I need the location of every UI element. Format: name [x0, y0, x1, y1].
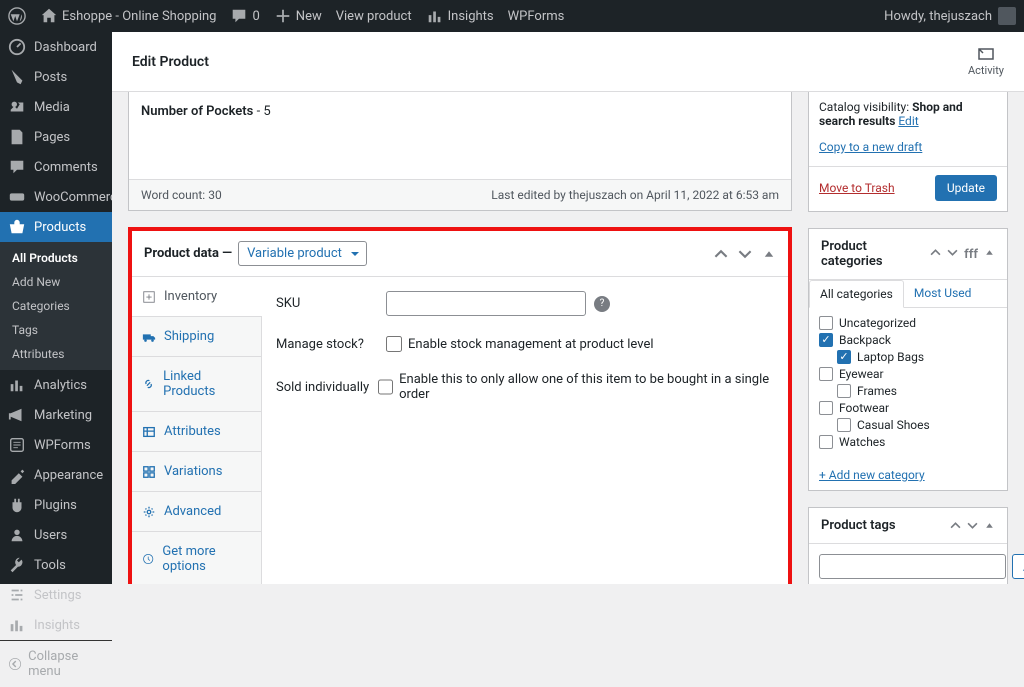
- move-trash-link[interactable]: Move to Trash: [819, 181, 895, 195]
- submenu-all-products[interactable]: All Products: [0, 246, 112, 270]
- view-product-link[interactable]: View product: [336, 9, 412, 24]
- category-item[interactable]: Watches: [819, 435, 997, 449]
- howdy-text[interactable]: Howdy, thejuszach: [884, 9, 992, 24]
- insights-link[interactable]: Insights: [426, 7, 494, 25]
- sku-label: SKU: [276, 296, 386, 311]
- menu-dashboard[interactable]: Dashboard: [0, 32, 112, 62]
- tab-advanced[interactable]: Advanced: [132, 492, 261, 532]
- product-data-heading: Product data —: [144, 246, 232, 261]
- caret-up-icon[interactable]: [984, 520, 995, 531]
- category-checkbox[interactable]: [837, 350, 851, 364]
- tab-variations[interactable]: Variations: [132, 452, 261, 492]
- category-item[interactable]: Backpack: [819, 333, 997, 347]
- avatar[interactable]: [998, 7, 1016, 25]
- tab-inventory[interactable]: Inventory: [132, 277, 262, 317]
- help-icon[interactable]: ?: [594, 296, 610, 312]
- new-link[interactable]: New: [274, 7, 322, 25]
- update-button[interactable]: Update: [935, 175, 997, 201]
- admin-toolbar: Eshoppe - Online Shopping 0 New View pro…: [0, 0, 1024, 32]
- product-data-tabs: Inventory Shipping Linked Products Attri…: [132, 277, 262, 584]
- menu-settings[interactable]: Settings: [0, 580, 112, 610]
- menu-products[interactable]: Products: [0, 212, 112, 242]
- comments-link[interactable]: 0: [230, 7, 259, 25]
- caret-up-icon[interactable]: [762, 247, 776, 261]
- menu-tools[interactable]: Tools: [0, 550, 112, 580]
- tab-getmore[interactable]: Get more options: [132, 532, 261, 584]
- add-category-link[interactable]: + Add new category: [809, 460, 1007, 490]
- copy-draft-link[interactable]: Copy to a new draft: [819, 140, 997, 154]
- page-title: Edit Product: [132, 54, 209, 70]
- tags-add-button[interactable]: Add: [1012, 554, 1024, 579]
- soldind-checkbox[interactable]: [378, 379, 393, 395]
- products-submenu: All Products Add New Categories Tags Att…: [0, 242, 112, 370]
- product-type-select[interactable]: Variable product: [238, 241, 367, 266]
- title-bar: Edit Product Activity: [112, 32, 1024, 92]
- category-list: Uncategorized Backpack Laptop Bags Eyewear F…: [809, 308, 1007, 460]
- admin-sidemenu: Dashboard Posts Media Pages Comments Woo…: [0, 32, 112, 584]
- menu-marketing[interactable]: Marketing: [0, 400, 112, 430]
- sku-input[interactable]: [386, 291, 586, 316]
- submenu-tags[interactable]: Tags: [0, 318, 112, 342]
- category-item[interactable]: Frames: [819, 384, 997, 398]
- menu-woocommerce[interactable]: WooCommerce: [0, 182, 112, 212]
- chevron-up-icon[interactable]: [950, 520, 961, 531]
- product-data-panel: Product data — Variable product Inventor…: [128, 227, 792, 584]
- managestock-label: Manage stock?: [276, 337, 386, 352]
- chevron-down-icon[interactable]: [738, 247, 752, 261]
- category-checkbox[interactable]: [819, 367, 833, 381]
- category-item[interactable]: Footwear: [819, 401, 997, 415]
- chevron-down-icon[interactable]: [967, 520, 978, 531]
- chevron-up-icon[interactable]: [714, 247, 728, 261]
- category-item[interactable]: Uncategorized: [819, 316, 997, 330]
- category-checkbox[interactable]: [837, 418, 851, 432]
- tags-input[interactable]: [819, 554, 1006, 579]
- chevron-up-icon[interactable]: [930, 247, 941, 258]
- managestock-checkbox[interactable]: [386, 336, 402, 352]
- menu-wpforms[interactable]: WPForms: [0, 430, 112, 460]
- pockets-label: Number of Pockets: [141, 104, 253, 119]
- collapse-menu[interactable]: Collapse menu: [0, 640, 112, 687]
- site-name-link[interactable]: Eshoppe - Online Shopping: [40, 7, 216, 25]
- catvis-edit-link[interactable]: Edit: [898, 114, 918, 128]
- tags-panel: Product tags Add Separate tags with comm: [808, 507, 1008, 584]
- menu-analytics[interactable]: Analytics: [0, 370, 112, 400]
- activity-button[interactable]: Activity: [968, 46, 1004, 77]
- tab-attributes[interactable]: Attributes: [132, 412, 261, 452]
- category-item[interactable]: Casual Shoes: [819, 418, 997, 432]
- menu-posts[interactable]: Posts: [0, 62, 112, 92]
- category-checkbox[interactable]: [819, 435, 833, 449]
- cattab-mostused[interactable]: Most Used: [904, 280, 982, 307]
- cattab-all[interactable]: All categories: [809, 280, 904, 308]
- last-edited: Last edited by thejuszach on April 11, 2…: [491, 188, 779, 202]
- wpforms-link[interactable]: WPForms: [508, 9, 565, 24]
- menu-comments[interactable]: Comments: [0, 152, 112, 182]
- category-item[interactable]: Eyewear: [819, 367, 997, 381]
- tab-linked[interactable]: Linked Products: [132, 357, 261, 412]
- menu-media[interactable]: Media: [0, 92, 112, 122]
- category-checkbox[interactable]: [819, 333, 833, 347]
- submenu-categories[interactable]: Categories: [0, 294, 112, 318]
- wordpress-icon[interactable]: [8, 7, 26, 25]
- tab-shipping[interactable]: Shipping: [132, 317, 261, 357]
- caret-up-icon[interactable]: [984, 247, 995, 258]
- category-item[interactable]: Laptop Bags: [819, 350, 997, 364]
- menu-users[interactable]: Users: [0, 520, 112, 550]
- menu-insights[interactable]: Insights: [0, 610, 112, 640]
- publish-panel: Catalog visibility: Shop and search resu…: [808, 92, 1008, 212]
- content-top-box: Number of Pockets - 5 Word count: 30 Las…: [128, 92, 792, 211]
- submenu-attributes[interactable]: Attributes: [0, 342, 112, 366]
- category-checkbox[interactable]: [819, 316, 833, 330]
- menu-pages[interactable]: Pages: [0, 122, 112, 152]
- chevron-down-icon[interactable]: [947, 247, 958, 258]
- category-checkbox[interactable]: [819, 401, 833, 415]
- submenu-add-new[interactable]: Add New: [0, 270, 112, 294]
- soldind-label: Sold individually: [276, 380, 378, 395]
- menu-appearance[interactable]: Appearance: [0, 460, 112, 490]
- pockets-value: - 5: [257, 104, 271, 119]
- menu-plugins[interactable]: Plugins: [0, 490, 112, 520]
- categories-panel: Product categories fff All categories Mo…: [808, 228, 1008, 491]
- category-checkbox[interactable]: [837, 384, 851, 398]
